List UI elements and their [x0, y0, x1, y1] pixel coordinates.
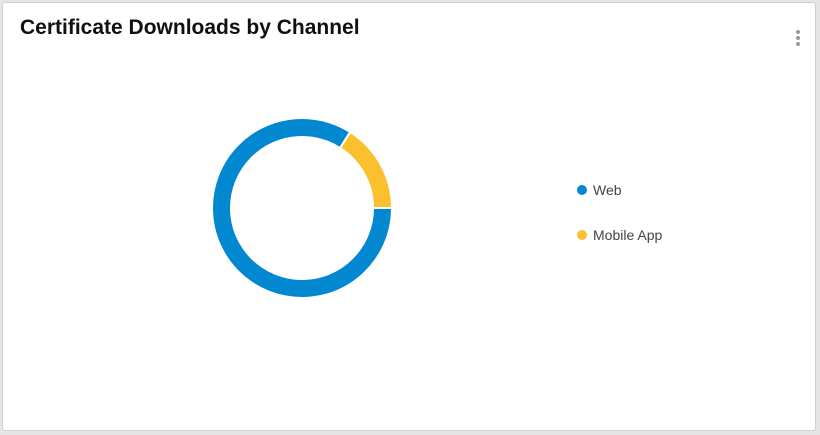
donut-chart — [211, 117, 394, 299]
legend-label: Mobile App — [593, 227, 663, 243]
donut-slice-mobile-app[interactable] — [338, 130, 394, 209]
legend-label: Web — [593, 182, 622, 198]
chart-legend: Web Mobile App — [577, 180, 662, 270]
legend-item-web[interactable]: Web — [577, 180, 662, 225]
legend-swatch — [577, 185, 587, 195]
legend-item-mobile-app[interactable]: Mobile App — [577, 225, 662, 270]
legend-swatch — [577, 230, 587, 240]
